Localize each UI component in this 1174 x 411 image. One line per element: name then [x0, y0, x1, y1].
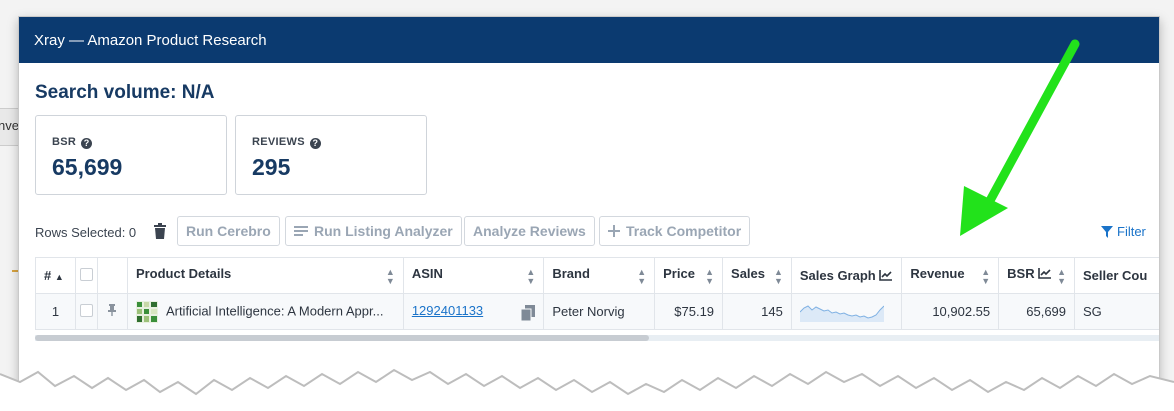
- sales-sparkline: [799, 305, 885, 322]
- run-listing-analyzer-button[interactable]: Run Listing Analyzer: [285, 216, 462, 246]
- column-bsr-label: BSR: [1007, 265, 1035, 281]
- bsr-card: BSR? 65,699: [35, 115, 227, 195]
- row-checkbox[interactable]: [79, 303, 93, 317]
- torn-edge-decoration: [0, 368, 1174, 411]
- column-price-label: Price: [663, 265, 695, 281]
- rows-selected-text: Rows Selected: 0: [35, 225, 137, 240]
- column-sales-graph-label: Sales Graph: [799, 268, 876, 283]
- product-thumbnail: [135, 300, 158, 323]
- chart-icon: [879, 270, 893, 281]
- column-header-seller-country[interactable]: Seller Cou: [1074, 257, 1159, 294]
- plus-icon: [608, 225, 620, 237]
- copy-icon[interactable]: [521, 304, 536, 321]
- cell-sales: 145: [722, 293, 792, 330]
- column-header-asin[interactable]: ASIN ▲ ▼: [402, 257, 545, 294]
- asin-link[interactable]: 1292401133: [412, 303, 483, 318]
- filter-icon: [1101, 225, 1113, 238]
- sort-icon: ▲ ▼: [1057, 266, 1067, 286]
- horizontal-scrollbar-thumb[interactable]: [35, 335, 649, 341]
- reviews-card-label: REVIEWS?: [252, 136, 321, 149]
- filter-label: Filter: [1117, 224, 1146, 239]
- reviews-card-value: 295: [252, 154, 291, 180]
- trash-icon[interactable]: [153, 223, 167, 239]
- sort-icon: ▲ ▼: [385, 266, 395, 286]
- column-header-price[interactable]: Price ▲ ▼: [654, 257, 724, 294]
- chart-icon: [1038, 267, 1052, 279]
- filter-button[interactable]: Filter: [1101, 224, 1146, 239]
- pin-icon[interactable]: [107, 304, 117, 316]
- sort-icon: ▲ ▼: [705, 266, 715, 286]
- annotation-arrow-icon: [960, 39, 1080, 236]
- table-header-row: # ▲ Product Details ▲ ▼ ASIN ▲ ▼ Brand ▲ ▼ Pri…: [35, 257, 1159, 294]
- cell-pin: [96, 293, 128, 330]
- column-revenue-label: Revenue: [910, 265, 965, 281]
- search-volume: Search volume: N/A: [35, 82, 215, 103]
- cell-price: $75.19: [654, 293, 724, 330]
- run-listing-analyzer-label: Run Listing Analyzer: [314, 223, 453, 239]
- column-header-pin: [96, 257, 128, 294]
- table-row[interactable]: 1 Artificial Intelligence: A Modern Appr…: [35, 293, 1159, 330]
- column-asin-label: ASIN: [411, 265, 443, 281]
- column-sales-label: Sales: [731, 265, 766, 281]
- cell-sales-graph[interactable]: [790, 293, 903, 330]
- column-header-sales-graph[interactable]: Sales Graph: [790, 257, 903, 294]
- track-competitor-label: Track Competitor: [626, 223, 742, 239]
- sort-icon: ▲ ▼: [526, 266, 536, 286]
- sort-icon: ▲ ▼: [637, 266, 647, 286]
- column-header-revenue[interactable]: Revenue ▲ ▼: [901, 257, 1000, 294]
- analyze-reviews-button[interactable]: Analyze Reviews: [464, 216, 595, 246]
- column-index-label: #: [44, 268, 52, 283]
- reviews-label-text: REVIEWS: [252, 136, 305, 148]
- run-cerebro-label: Run Cerebro: [186, 223, 271, 239]
- list-icon: [294, 225, 308, 237]
- modal-title: Xray — Amazon Product Research: [34, 32, 267, 49]
- analyze-reviews-label: Analyze Reviews: [473, 223, 586, 239]
- column-header-brand[interactable]: Brand ▲ ▼: [543, 257, 656, 294]
- cell-revenue: 10,902.55: [901, 293, 1000, 330]
- reviews-card: REVIEWS? 295: [235, 115, 427, 195]
- run-cerebro-button[interactable]: Run Cerebro: [177, 216, 280, 246]
- select-all-checkbox[interactable]: [79, 267, 93, 281]
- column-header-bsr[interactable]: BSR ▲ ▼: [998, 257, 1076, 294]
- track-competitor-button[interactable]: Track Competitor: [599, 216, 751, 246]
- cell-bsr: 65,699: [998, 293, 1076, 330]
- cell-index: 1: [35, 293, 76, 330]
- bsr-label-text: BSR: [52, 136, 77, 148]
- sort-asc-icon: ▲: [54, 272, 64, 282]
- column-header-product[interactable]: Product Details ▲ ▼: [126, 257, 404, 294]
- sort-icon: ▲ ▼: [981, 266, 991, 286]
- help-icon[interactable]: ?: [81, 138, 93, 149]
- cell-select: [74, 293, 98, 330]
- results-table-container: # ▲ Product Details ▲ ▼ ASIN ▲ ▼ Brand ▲ ▼ Pri…: [35, 257, 1159, 335]
- results-table: # ▲ Product Details ▲ ▼ ASIN ▲ ▼ Brand ▲ ▼ Pri…: [35, 257, 1159, 330]
- column-product-label: Product Details: [135, 265, 232, 281]
- background-partial-text: nve: [0, 118, 19, 133]
- bsr-card-value: 65,699: [52, 154, 123, 180]
- column-header-sales[interactable]: Sales ▲ ▼: [722, 257, 792, 294]
- sort-icon: ▲ ▼: [773, 266, 783, 286]
- cell-product[interactable]: Artificial Intelligence: A Modern Appr..…: [126, 293, 404, 330]
- cell-seller-country: SG: [1074, 293, 1159, 330]
- column-header-index[interactable]: # ▲: [35, 257, 76, 294]
- cell-brand: Peter Norvig: [543, 293, 656, 330]
- help-icon[interactable]: ?: [309, 138, 321, 149]
- column-header-select[interactable]: [74, 257, 98, 294]
- product-title: Artificial Intelligence: A Modern Appr..…: [165, 302, 384, 318]
- column-seller-country-label: Seller Cou: [1083, 268, 1148, 283]
- column-brand-label: Brand: [552, 265, 590, 281]
- bsr-card-label: BSR?: [52, 136, 93, 149]
- cell-asin: 1292401133: [402, 293, 545, 330]
